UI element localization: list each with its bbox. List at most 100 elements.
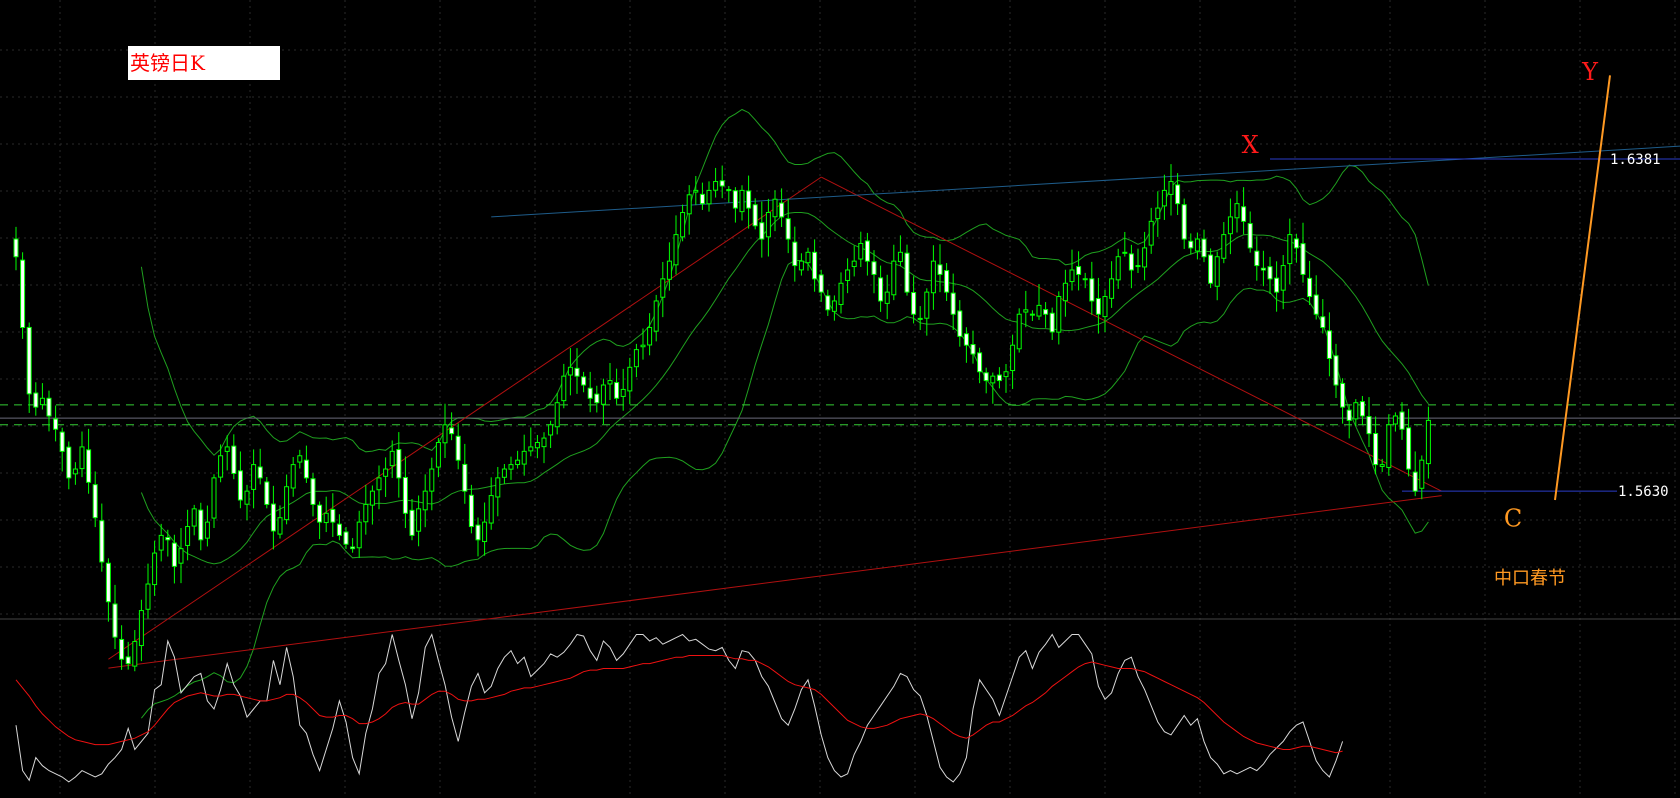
candle-body (944, 270, 950, 293)
candle-body (482, 521, 488, 543)
candle-body (911, 292, 917, 315)
candle-body (343, 531, 349, 545)
candle-body (20, 259, 26, 328)
candle-body (1175, 184, 1181, 205)
candle-body (1181, 204, 1187, 240)
candle-body (825, 295, 831, 311)
candle-body (1023, 309, 1029, 313)
candle-body (1366, 416, 1372, 435)
candle-body (574, 367, 580, 377)
candle-body (270, 503, 276, 532)
candle-body (1122, 251, 1128, 254)
candle-body (152, 552, 158, 586)
candle-body (46, 397, 52, 417)
candle-body (1412, 471, 1418, 492)
candle-body (422, 490, 428, 511)
candle-body (1386, 424, 1392, 468)
candle-body (633, 349, 639, 368)
trendline-base (108, 495, 1442, 669)
candle-body (693, 189, 699, 193)
candle-body (185, 526, 191, 546)
candle-body (977, 352, 983, 373)
candle-body (607, 380, 613, 385)
candle-body (1102, 296, 1108, 318)
candle-body (515, 459, 521, 466)
candle-body (1076, 266, 1082, 275)
lower-level-label: 1.5630 (1618, 484, 1669, 500)
candle-body (759, 222, 765, 240)
candle-body (719, 180, 725, 187)
candle-body (402, 476, 408, 514)
candle-body (396, 449, 402, 479)
candle-body (59, 431, 65, 452)
candle-body (541, 437, 547, 448)
candle-body (732, 190, 738, 209)
candle-body (1300, 243, 1306, 275)
candle-body (1135, 265, 1141, 268)
candle-body (330, 508, 336, 523)
candle-body (449, 427, 455, 435)
candle-body (310, 478, 316, 505)
candle-body (818, 274, 824, 293)
candle-body (356, 521, 362, 549)
candle-body (647, 327, 653, 346)
candle-body (165, 536, 171, 541)
candle-body (13, 238, 19, 258)
candle-body (772, 198, 778, 218)
candle-body (666, 260, 672, 280)
candle-body (1425, 419, 1431, 465)
candle-body (614, 382, 620, 399)
label-c: C (1504, 505, 1522, 533)
candle-body (1399, 411, 1405, 430)
candle-body (1109, 278, 1115, 299)
candle-body (1049, 312, 1055, 333)
candle-body (765, 212, 771, 238)
candle-body (363, 503, 369, 523)
candle-body (409, 509, 415, 536)
projection-line (1554, 75, 1611, 501)
candle-body (86, 449, 92, 483)
candle-body (600, 384, 606, 405)
candle-body (581, 376, 587, 386)
candle-body (805, 251, 811, 264)
candle-body (713, 181, 719, 191)
candle-body (350, 546, 356, 550)
candle-body (891, 260, 897, 296)
candle-body (1373, 433, 1379, 466)
candle-body (1333, 355, 1339, 386)
candle-body (416, 508, 422, 532)
candle-body (290, 464, 296, 489)
candle-body (1260, 267, 1266, 271)
candle-body (336, 523, 342, 536)
bollinger-upper (140, 108, 1429, 456)
candle-body (726, 189, 732, 192)
candle-body (303, 459, 309, 479)
candle-body (1069, 269, 1075, 283)
candle-body (33, 392, 39, 408)
candle-body (1161, 189, 1167, 207)
candle-body (264, 481, 270, 505)
candle-body (930, 260, 936, 294)
candle-body (594, 393, 600, 404)
candle-body (369, 490, 375, 506)
candle-body (1208, 254, 1214, 284)
candle-body (204, 521, 210, 539)
trendline-fall (820, 176, 1442, 492)
candle-body (917, 317, 923, 320)
candle-body (231, 445, 237, 474)
candle-body (429, 468, 435, 492)
candle-body (145, 583, 151, 610)
candle-body (1241, 206, 1247, 222)
candle-body (171, 542, 177, 567)
candle-body (501, 468, 507, 478)
candle-body (792, 241, 798, 267)
candle-body (963, 333, 969, 346)
candle-body (158, 534, 164, 551)
oscillator-signal (15, 655, 1343, 754)
candle-body (884, 291, 890, 304)
candle-body (1392, 415, 1398, 425)
candle-body (1148, 220, 1154, 246)
candle-body (673, 234, 679, 266)
candle-body (376, 477, 382, 491)
candle-body (864, 240, 870, 262)
